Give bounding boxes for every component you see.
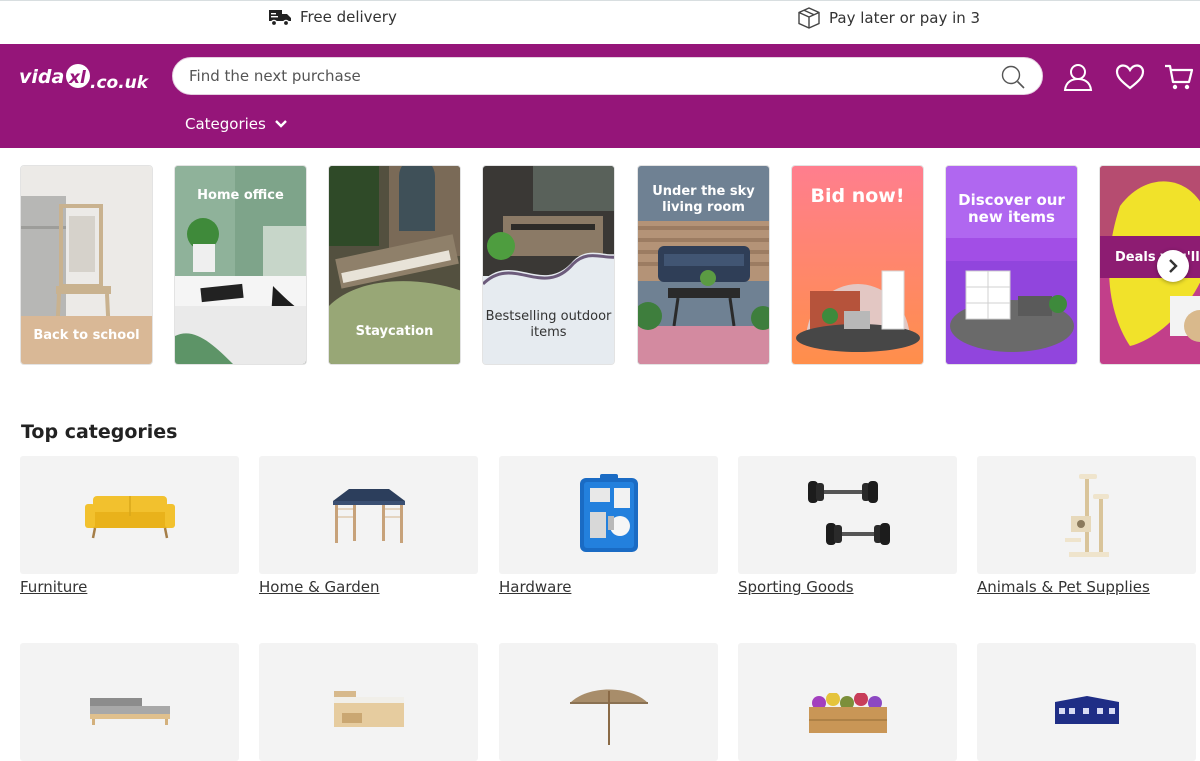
pay-later-label: Pay later or pay in 3 <box>829 9 981 27</box>
category-image[interactable] <box>977 456 1196 574</box>
category-image[interactable] <box>259 456 478 574</box>
category-card-row2-5[interactable] <box>977 643 1196 761</box>
wishlist-heart-icon <box>1115 64 1145 90</box>
sofa-icon <box>84 496 175 539</box>
svg-text:vida: vida <box>19 66 64 88</box>
box-icon <box>798 7 820 29</box>
parasol-icon <box>569 689 648 745</box>
pay-later-usp: Pay later or pay in 3 <box>797 7 980 29</box>
delivery-truck-icon <box>269 10 291 27</box>
category-card-row2-2[interactable] <box>259 643 478 761</box>
chevron-down-icon <box>275 120 287 128</box>
vidaxl-logo[interactable]: vida xl .co.uk <box>19 58 159 98</box>
category-image[interactable] <box>977 643 1196 761</box>
category-link[interactable]: Furniture <box>20 578 87 596</box>
search-bar <box>172 57 1043 95</box>
raised-planter-icon <box>808 692 887 733</box>
category-link[interactable]: Sporting Goods <box>738 578 854 596</box>
promo-tile-back-to-school[interactable]: Back to school <box>20 165 153 365</box>
bed-frame-icon <box>333 691 404 728</box>
category-image[interactable] <box>20 643 239 761</box>
category-link[interactable]: Hardware <box>499 578 571 596</box>
promo-tile-under-the-sky[interactable]: Under the sky living room <box>637 165 770 365</box>
promo-tile-home-office[interactable]: Home office <box>174 165 307 365</box>
chevron-right-icon <box>1169 259 1178 273</box>
promo-carousel: Back to school Home office Staycation Be… <box>20 165 1200 366</box>
category-link[interactable]: Home & Garden <box>259 578 380 596</box>
party-tent-icon <box>1054 696 1119 725</box>
category-card-row2-3[interactable] <box>499 643 718 761</box>
garden-lounge-set-icon <box>89 698 170 726</box>
category-card-home-garden[interactable]: Home & Garden <box>259 456 478 596</box>
account-icon <box>1063 64 1093 91</box>
promo-tile-label: Bestselling outdoor items <box>485 309 612 340</box>
wishlist-button[interactable] <box>1114 61 1146 93</box>
category-image[interactable] <box>738 643 957 761</box>
promo-tile-label: Staycation <box>355 324 434 339</box>
category-image[interactable] <box>738 456 957 574</box>
category-image[interactable] <box>20 456 239 574</box>
account-button[interactable] <box>1062 61 1094 93</box>
search-icon[interactable] <box>1000 65 1026 89</box>
top-categories-heading: Top categories <box>21 421 178 443</box>
category-card-animals-pet-supplies[interactable]: Animals & Pet Supplies <box>977 456 1196 596</box>
svg-text:xl: xl <box>68 68 87 88</box>
category-card-row2-1[interactable] <box>20 643 239 761</box>
free-delivery-usp: Free delivery <box>268 7 397 27</box>
promo-tile-label: Bid now! <box>810 185 905 207</box>
site-header: vida xl .co.uk Categories <box>0 44 1200 148</box>
cart-icon <box>1165 64 1194 90</box>
category-image[interactable] <box>499 456 718 574</box>
promo-tile-label: Discover our new items <box>958 191 1065 226</box>
category-link[interactable]: Animals & Pet Supplies <box>977 578 1150 596</box>
promo-tile-bestselling-outdoor[interactable]: Bestselling outdoor items <box>482 165 615 365</box>
search-input[interactable] <box>189 58 979 94</box>
categories-menu-button[interactable]: Categories <box>185 115 288 133</box>
carousel-next-button[interactable] <box>1157 250 1189 282</box>
category-image[interactable] <box>499 643 718 761</box>
promo-tile-staycation[interactable]: Staycation <box>328 165 461 365</box>
promo-tile-label: Back to school <box>33 328 140 343</box>
spray-gun-kit-icon <box>579 474 638 552</box>
free-delivery-label: Free delivery <box>300 8 397 26</box>
usp-bar: Free delivery Pay later or pay in 3 <box>0 0 1200 44</box>
dumbbells-icon <box>807 481 890 545</box>
svg-text:.co.uk: .co.uk <box>90 73 150 93</box>
category-card-furniture[interactable]: Furniture <box>20 456 239 596</box>
category-card-row2-4[interactable] <box>738 643 957 761</box>
category-card-sporting-goods[interactable]: Sporting Goods <box>738 456 957 596</box>
categories-label: Categories <box>185 115 266 133</box>
category-card-hardware[interactable]: Hardware <box>499 456 718 596</box>
promo-tile-label: Home office <box>197 188 284 203</box>
cat-tree-icon <box>1064 474 1109 557</box>
category-image[interactable] <box>259 643 478 761</box>
gazebo-icon <box>332 489 405 543</box>
promo-tile-discover-new[interactable]: Discover our new items <box>945 165 1078 365</box>
promo-tile-label: Under the sky living room <box>652 184 755 215</box>
cart-button[interactable] <box>1163 61 1195 93</box>
promo-tile-bid-now[interactable]: Bid now! <box>791 165 924 365</box>
